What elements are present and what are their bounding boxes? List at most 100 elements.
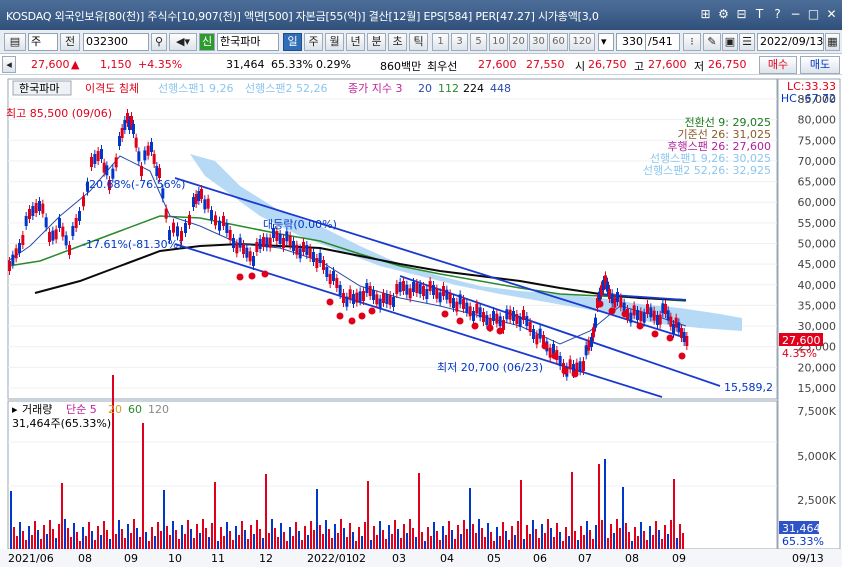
candle-body <box>392 297 395 307</box>
candle-body <box>485 315 489 325</box>
volume-bar <box>91 531 93 549</box>
high-label: 고 <box>634 60 645 73</box>
oversold-marker <box>621 310 629 318</box>
ma-legend-20[interactable]: 20 <box>418 82 432 95</box>
oversold-marker <box>348 317 356 325</box>
chart-canvas[interactable]: 한국파마 이격도 침체 선행스팬1 9,26 선행스팬2 52,26 종가 지수… <box>0 76 842 567</box>
candle-body <box>639 311 643 322</box>
candle-body <box>656 315 659 325</box>
volume-bar <box>46 534 48 549</box>
interval-dropdown-icon[interactable]: ▾ <box>598 33 614 51</box>
volume-bar <box>451 530 453 549</box>
interval-button[interactable]: 120 <box>569 33 595 51</box>
market-select[interactable]: 주 <box>28 33 58 51</box>
search-icon[interactable]: ⚲ <box>151 33 167 51</box>
volume-panel-collapse-icon[interactable]: ▸ <box>12 403 18 416</box>
volume-bar <box>610 524 612 549</box>
volume-bar <box>490 532 492 549</box>
volume-bar <box>673 479 675 549</box>
volume-bar <box>655 521 657 549</box>
interval-button[interactable]: 30 <box>529 33 548 51</box>
period-day-button[interactable]: 일 <box>283 33 302 51</box>
candle-body <box>152 154 156 164</box>
volume-bar <box>223 536 225 549</box>
link-icon[interactable]: ⊞ <box>697 6 714 23</box>
volume-ma-60[interactable]: 60 <box>128 403 142 416</box>
speaker-icon[interactable]: ◀▾ <box>169 33 197 51</box>
period-second-button[interactable]: 초 <box>388 33 407 51</box>
period-week-button[interactable]: 주 <box>304 33 323 51</box>
help-icon[interactable]: ? <box>769 6 786 23</box>
indicator-label[interactable]: 이격도 침체 <box>85 82 139 95</box>
candle-body <box>118 136 121 146</box>
change-arrow-icon: ▲ <box>71 58 80 71</box>
y-axis-frame <box>777 78 841 550</box>
interval-button[interactable]: 20 <box>509 33 528 51</box>
text-size-icon[interactable]: T <box>751 6 768 23</box>
option-icon[interactable]: ☰ <box>739 33 755 51</box>
volume-bar <box>595 525 597 549</box>
buy-button[interactable]: 매수 <box>759 56 797 74</box>
period-year-button[interactable]: 년 <box>346 33 365 51</box>
period-minute-button[interactable]: 분 <box>367 33 386 51</box>
volume-label[interactable]: 거래량 <box>22 403 52 416</box>
ma-legend-448[interactable]: 448 <box>490 82 511 95</box>
draw-icon[interactable]: ✎ <box>703 33 721 51</box>
period-tick-button[interactable]: 틱 <box>409 33 428 51</box>
volume-bar <box>88 522 90 549</box>
stock-chart[interactable]: 한국파마 이격도 침체 선행스팬1 9,26 선행스팬2 52,26 종가 지수… <box>0 76 842 567</box>
interval-button[interactable]: 10 <box>489 33 508 51</box>
save-icon[interactable]: ▣ <box>722 33 738 51</box>
stock-code-input[interactable]: 032300 <box>83 33 149 51</box>
minimize-icon[interactable]: − <box>787 6 804 23</box>
ichimoku-legend-1[interactable]: 선행스팬1 9,26 <box>158 82 233 95</box>
candle-body <box>44 217 48 228</box>
volume-bar <box>238 535 240 549</box>
interval-button[interactable]: 1 <box>432 33 449 51</box>
volume-bar <box>13 527 15 549</box>
volume-bar <box>205 528 207 549</box>
candle-body <box>375 294 379 305</box>
ichimoku-legend-2[interactable]: 선행스팬2 52,26 <box>245 82 327 95</box>
volume-bar <box>358 527 360 549</box>
menu-icon[interactable]: ▤ <box>4 33 26 51</box>
interval-button[interactable]: 60 <box>549 33 568 51</box>
volume-bar <box>304 526 306 549</box>
ma-legend-224[interactable]: 224 <box>463 82 484 95</box>
volume-bar <box>211 523 213 549</box>
min-price-label: 최저 20,700 (06/23) <box>437 361 543 374</box>
maximize-icon[interactable]: □ <box>805 6 822 23</box>
volume-panel-frame <box>7 400 778 550</box>
ma-legend-112[interactable]: 112 <box>438 82 459 95</box>
candle-body <box>252 256 255 266</box>
close-icon[interactable]: ✕ <box>823 6 840 23</box>
volume-ma-120[interactable]: 120 <box>148 403 169 416</box>
volume-bar <box>598 464 600 549</box>
candle-body <box>465 302 469 313</box>
interval-button[interactable]: 3 <box>451 33 468 51</box>
volume-bar <box>514 535 516 549</box>
tile-icon[interactable]: ⊟ <box>733 6 750 23</box>
candle-body <box>666 310 670 321</box>
period-month-button[interactable]: 월 <box>325 33 344 51</box>
volume-ma-label[interactable]: 단순 5 <box>66 403 97 416</box>
sell-button[interactable]: 매도 <box>800 56 840 74</box>
candle-body <box>352 294 355 304</box>
calendar-icon[interactable]: ▦ <box>825 33 840 51</box>
interval-button[interactable]: 5 <box>470 33 487 51</box>
grid-icon[interactable]: ⁝ <box>683 33 701 51</box>
ma-legend-label[interactable]: 종가 지수 3 <box>348 82 402 95</box>
display-count-input[interactable]: 330 <box>616 33 646 51</box>
settings-icon[interactable]: ⚙ <box>715 6 732 23</box>
price-tick-label: 80,000 <box>798 114 837 127</box>
stock-name-field[interactable]: 한국파마 <box>217 33 279 51</box>
collapse-icon[interactable]: ◂ <box>2 56 16 73</box>
candle-body <box>552 344 555 354</box>
candle-body <box>265 237 269 248</box>
candle-body <box>90 157 93 167</box>
volume-ma-20[interactable]: 20 <box>108 403 122 416</box>
volume-bar <box>118 520 120 549</box>
date-input[interactable]: 2022/09/13 <box>757 33 824 51</box>
candle-body <box>398 282 402 292</box>
prev-button[interactable]: 전 <box>60 33 80 51</box>
